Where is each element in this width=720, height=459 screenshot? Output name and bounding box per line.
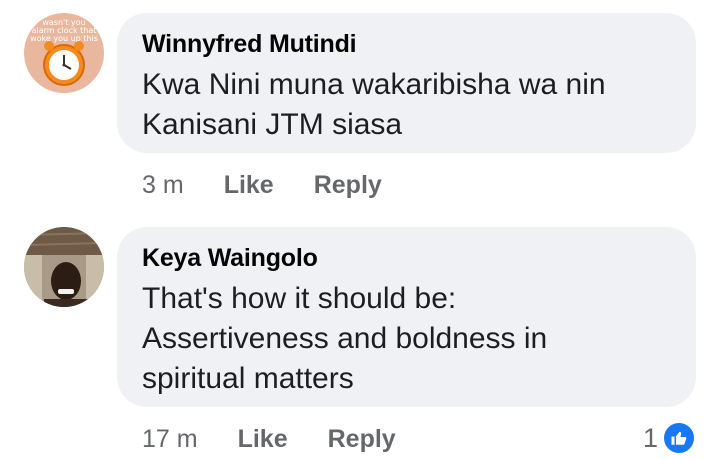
comment-bubble: Winnyfred Mutindi Kwa Nini muna wakaribi… bbox=[117, 13, 696, 153]
comment-text: That's how it should be: Assertiveness a… bbox=[142, 279, 672, 399]
reply-button[interactable]: Reply bbox=[314, 171, 382, 200]
profile-photo bbox=[24, 227, 104, 307]
comment-timestamp[interactable]: 3 m bbox=[142, 171, 184, 200]
comment-author[interactable]: Winnyfred Mutindi bbox=[142, 27, 672, 61]
thumbs-up-icon bbox=[662, 421, 696, 455]
avatar[interactable] bbox=[24, 227, 104, 307]
like-button[interactable]: Like bbox=[224, 171, 274, 200]
alarm-clock-icon: wasn't you alarm clock that woke you up … bbox=[24, 13, 104, 93]
comment-actions: 3 m Like Reply bbox=[142, 170, 382, 200]
avatar[interactable]: wasn't you alarm clock that woke you up … bbox=[24, 13, 104, 93]
comment-text-line: Kanisani JTM siasa bbox=[142, 108, 403, 141]
comment-bubble: Keya Waingolo That's how it should be: A… bbox=[117, 227, 696, 407]
comment-author[interactable]: Keya Waingolo bbox=[142, 241, 672, 275]
comment-text: Kwa Nini muna wakaribisha wa nin Kanisan… bbox=[142, 65, 672, 145]
comment-actions: 17 m Like Reply bbox=[142, 424, 396, 454]
reaction-summary[interactable]: 1 bbox=[643, 420, 696, 456]
comment-text-line: Kwa Nini muna wakaribisha wa nin bbox=[142, 68, 606, 101]
reaction-count: 1 bbox=[642, 422, 658, 453]
comment-text-line: spiritual matters bbox=[142, 362, 354, 395]
comment-text-line: That's how it should be: bbox=[142, 282, 457, 315]
svg-text:woke you up this: woke you up this bbox=[30, 34, 98, 43]
reply-button[interactable]: Reply bbox=[328, 425, 396, 454]
comment-text-line: Assertiveness and boldness in bbox=[142, 322, 548, 355]
comment-timestamp[interactable]: 17 m bbox=[142, 425, 198, 454]
like-button[interactable]: Like bbox=[238, 425, 288, 454]
